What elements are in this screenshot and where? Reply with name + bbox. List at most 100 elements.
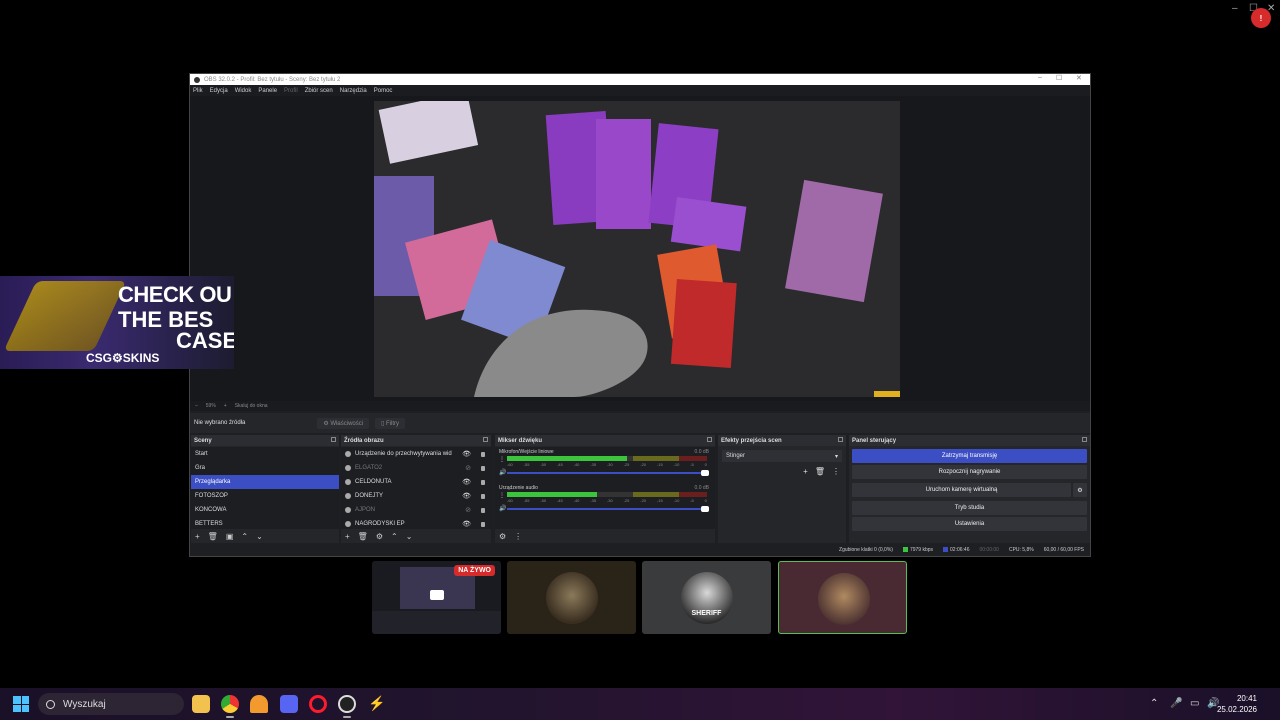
fps: 60,00 / 60,00 FPS (1043, 547, 1084, 553)
remove-scene-icon[interactable]: 🗑 (208, 532, 218, 541)
network-icon[interactable]: ▭ (1190, 698, 1199, 709)
microphone-icon[interactable]: 🎤 (1170, 698, 1182, 709)
speaker-icon[interactable]: 🔊 (499, 505, 506, 512)
source-item[interactable]: DONEJTY 👁 (341, 489, 491, 503)
obs-close-icon[interactable]: ✕ (1076, 74, 1082, 82)
windows-start-icon[interactable] (13, 696, 29, 712)
volume-slider[interactable] (507, 506, 709, 512)
stop-streaming-button[interactable]: Zatrzymaj transmisję (852, 449, 1087, 463)
scene-item[interactable]: FOTOSZOP (191, 489, 339, 503)
undock-icon[interactable] (1082, 437, 1087, 442)
move-up-icon[interactable]: ⌃ (391, 532, 398, 541)
add-scene-icon[interactable]: + (195, 532, 200, 541)
move-down-icon[interactable]: ⌄ (406, 532, 413, 541)
stream-preview[interactable] (374, 101, 900, 397)
opera-icon[interactable] (309, 695, 327, 713)
menu-widok[interactable]: Widok (235, 88, 252, 94)
scene-item[interactable]: BETTERS (191, 517, 339, 529)
menu-zbior-scen[interactable]: Zbiór scen (305, 88, 333, 94)
menu-pomoc[interactable]: Pomoc (374, 88, 393, 94)
scene-item[interactable]: KONCOWA (191, 503, 339, 517)
minimize-icon[interactable]: – (1232, 3, 1238, 14)
transition-actions: + 🗑 ⋮ (803, 467, 840, 476)
undock-icon[interactable] (707, 437, 712, 442)
filters-button[interactable]: ▯ Filtry (375, 417, 406, 429)
properties-button[interactable]: ⚙ Właściwości (317, 417, 370, 429)
move-up-icon[interactable]: ⌃ (241, 532, 248, 541)
scene-item[interactable]: Gra (191, 461, 339, 475)
source-item[interactable]: CELDONUTA 👁 (341, 475, 491, 489)
zoom-out-icon[interactable]: – (195, 403, 198, 409)
start-virtual-camera-button[interactable]: Uruchom kamerę wirtualną (852, 483, 1071, 497)
hidden-icon[interactable]: ⊘ (465, 506, 471, 514)
menu-panele[interactable]: Panele (258, 88, 277, 94)
zoom-in-icon[interactable]: + (224, 403, 227, 409)
lock-icon[interactable] (481, 451, 485, 457)
menu-narzedzia[interactable]: Narzędzia (340, 88, 367, 94)
mixer-menu-icon[interactable]: ⋮ (514, 532, 522, 541)
lock-icon[interactable] (481, 465, 485, 471)
transition-select[interactable]: Stinger ▾ (722, 450, 842, 462)
visibility-icon[interactable]: 👁 (462, 492, 471, 500)
scene-item[interactable]: Start (191, 447, 339, 461)
scene-filters-icon[interactable]: ▣ (226, 532, 234, 541)
add-source-icon[interactable]: + (345, 532, 350, 541)
obs-maximize-icon[interactable]: ☐ (1056, 74, 1062, 82)
source-properties-icon[interactable]: ⚙ (376, 532, 383, 541)
channel-menu-icon[interactable]: ⋮ (499, 456, 505, 463)
add-transition-icon[interactable]: + (803, 467, 808, 476)
obs-minimize-icon[interactable]: – (1038, 74, 1042, 81)
menu-edycja[interactable]: Edycja (210, 88, 228, 94)
mixer-dock-title: Mikser dźwięku (498, 437, 543, 444)
lightning-app-icon[interactable]: ⚡ (368, 695, 386, 713)
search-input[interactable]: Wyszukaj (38, 693, 184, 715)
scenes-toolbar: + 🗑 ▣ ⌃ ⌄ (191, 530, 339, 543)
file-explorer-icon[interactable] (192, 695, 210, 713)
participant-tile[interactable] (507, 561, 636, 634)
app-badge-icon[interactable]: ! (1251, 8, 1271, 28)
speaker-icon[interactable]: 🔊 (499, 469, 506, 476)
transition-menu-icon[interactable]: ⋮ (832, 467, 840, 476)
start-recording-button[interactable]: Rozpocznij nagrywanie (852, 465, 1087, 479)
menu-plik[interactable]: Plik (193, 88, 203, 94)
move-down-icon[interactable]: ⌄ (256, 532, 263, 541)
source-item[interactable]: AJPON ⊘ (341, 503, 491, 517)
obs-icon[interactable] (338, 695, 356, 713)
chevron-up-icon[interactable]: ⌃ (1150, 698, 1158, 709)
clock[interactable]: 20:41 25.02.2026 (1217, 693, 1257, 715)
remove-transition-icon[interactable]: 🗑 (815, 467, 825, 476)
fit-to-window-select[interactable]: Skaluj do okna (235, 403, 268, 409)
undock-icon[interactable] (483, 437, 488, 442)
visibility-icon[interactable]: 👁 (462, 478, 471, 486)
screen-share-tile[interactable]: NA ŻYWO (372, 561, 501, 634)
settings-button[interactable]: Ustawienia (852, 517, 1087, 531)
hidden-icon[interactable]: ⊘ (465, 464, 471, 472)
ad-banner[interactable]: CHECK OU THE BES CASE CSG⚙SKINS (0, 276, 234, 369)
undock-icon[interactable] (838, 437, 843, 442)
source-item[interactable]: NAGRODYSKI EP 👁 (341, 517, 491, 529)
undock-icon[interactable] (331, 437, 336, 442)
discord-icon[interactable] (280, 695, 298, 713)
lock-icon[interactable] (481, 479, 485, 485)
channel-menu-icon[interactable]: ⋮ (499, 492, 505, 499)
slider-knob[interactable] (701, 470, 709, 476)
lock-icon[interactable] (481, 493, 485, 499)
participant-tile[interactable]: SHERIFF (642, 561, 771, 634)
lock-icon[interactable] (481, 521, 485, 527)
source-item[interactable]: ELGATO2 ⊘ (341, 461, 491, 475)
lock-icon[interactable] (481, 507, 485, 513)
gear-icon[interactable]: ⚙ (1073, 483, 1087, 497)
visibility-icon[interactable]: 👁 (462, 520, 471, 528)
source-item[interactable]: Urządzenie do przechwytywania wid 👁 (341, 447, 491, 461)
advanced-audio-icon[interactable]: ⚙ (499, 532, 506, 541)
chrome-icon[interactable] (221, 695, 239, 713)
participant-tile-speaking[interactable] (778, 561, 907, 634)
scene-item-active[interactable]: Przeglądarka (191, 475, 339, 489)
visibility-icon[interactable]: 👁 (462, 450, 471, 458)
remove-source-icon[interactable]: 🗑 (358, 532, 368, 541)
slider-knob[interactable] (701, 506, 709, 512)
menu-profil[interactable]: Profil (284, 88, 298, 94)
volume-slider[interactable] (507, 470, 709, 476)
studio-mode-button[interactable]: Tryb studia (852, 501, 1087, 515)
cloud-app-icon[interactable] (250, 695, 268, 713)
